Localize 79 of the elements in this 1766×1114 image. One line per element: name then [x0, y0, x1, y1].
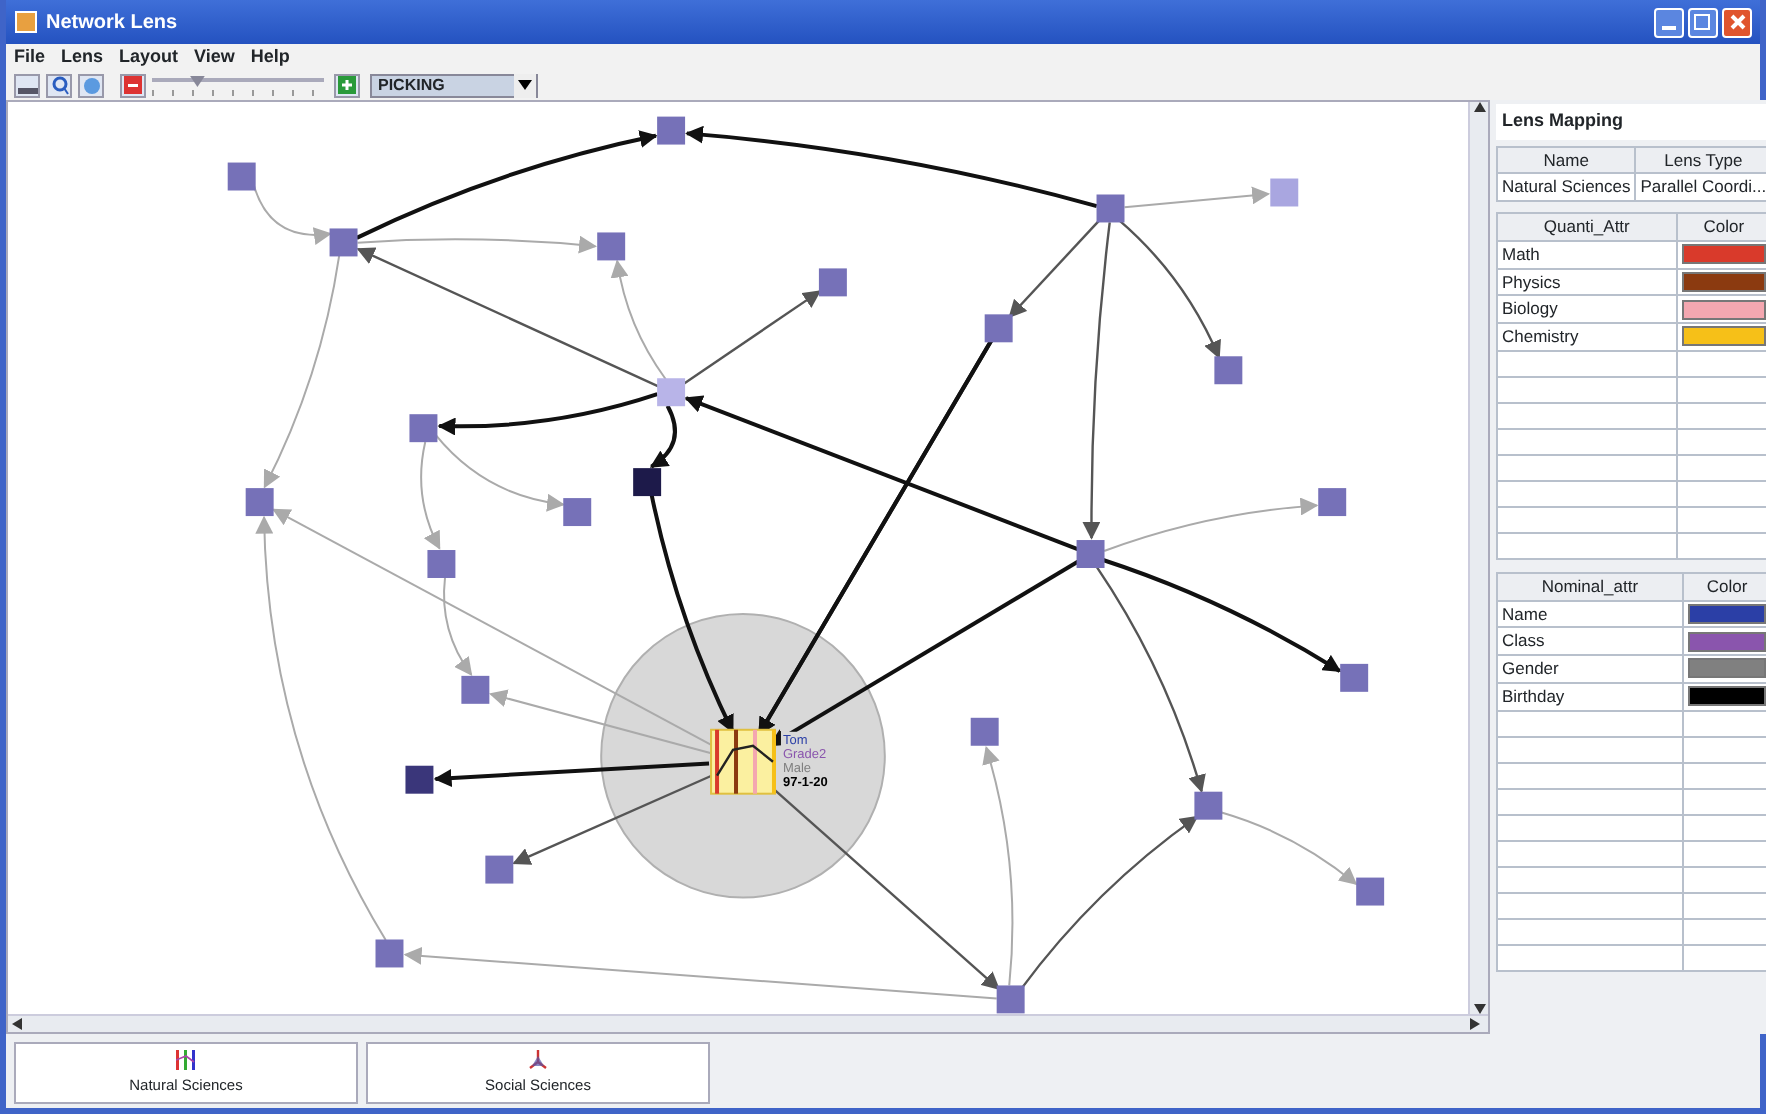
attribute-cell[interactable]: Biology	[1497, 295, 1677, 323]
table-cell[interactable]: Parallel Coordi...	[1635, 173, 1766, 201]
graph-node[interactable]	[1096, 194, 1125, 223]
minimize-button[interactable]	[1653, 7, 1683, 37]
attribute-cell[interactable]: Math	[1497, 240, 1677, 268]
menu-item[interactable]: Layout	[119, 43, 179, 71]
graph-node[interactable]	[245, 488, 274, 517]
attribute-cell[interactable]: Physics	[1497, 268, 1677, 296]
scroll-right-icon[interactable]	[1469, 1018, 1479, 1030]
column-header[interactable]: Color	[1676, 213, 1766, 241]
graph-node[interactable]	[597, 232, 626, 261]
graph-node[interactable]	[461, 675, 490, 704]
menu-item[interactable]: View	[194, 43, 235, 71]
window-title: Network Lens	[46, 9, 178, 37]
attribute-cell[interactable]: Birthday	[1497, 682, 1683, 710]
menu-item[interactable]: Lens	[61, 43, 104, 71]
color-swatch[interactable]	[1687, 603, 1766, 624]
graph-node[interactable]	[563, 498, 592, 527]
color-swatch[interactable]	[1681, 244, 1766, 265]
graph-node[interactable]	[657, 116, 686, 145]
graph-node[interactable]	[227, 162, 256, 191]
column-header[interactable]: Nominal_attr	[1497, 572, 1683, 600]
parallel-lines-icon	[176, 1049, 196, 1070]
graph-node[interactable]	[1318, 488, 1347, 517]
mode-value: PICKING	[378, 73, 445, 97]
panel-title: Lens Mapping	[1496, 104, 1766, 139]
attribute-cell[interactable]: Gender	[1497, 655, 1683, 683]
maximize-icon	[1694, 14, 1711, 30]
app-icon	[14, 10, 38, 34]
graph-node[interactable]	[409, 414, 438, 443]
column-header[interactable]: Quanti_Attr	[1497, 213, 1677, 241]
maximize-button[interactable]	[1687, 7, 1718, 37]
color-swatch[interactable]	[1687, 686, 1766, 707]
graph-node[interactable]	[427, 550, 456, 578]
graph-node[interactable]	[818, 268, 847, 297]
graph-node[interactable]	[984, 314, 1013, 343]
star-plot-icon	[528, 1049, 548, 1070]
color-swatch[interactable]	[1687, 658, 1766, 679]
column-header[interactable]: Lens Type	[1635, 146, 1766, 174]
menu-item[interactable]: Help	[250, 43, 290, 71]
graph-node[interactable]	[633, 468, 662, 497]
close-button[interactable]	[1722, 7, 1752, 37]
globe-icon[interactable]	[78, 73, 104, 97]
zoom-out-button[interactable]	[119, 73, 145, 97]
graph-node[interactable]	[405, 765, 434, 794]
graph-node[interactable]	[1340, 663, 1369, 692]
attribute-cell[interactable]: Name	[1497, 600, 1683, 628]
graph-node[interactable]	[657, 378, 686, 407]
column-header[interactable]: Color	[1682, 572, 1766, 600]
attribute-cell[interactable]: Class	[1497, 627, 1683, 655]
close-icon	[1729, 14, 1745, 30]
zoom-slider[interactable]	[151, 73, 323, 97]
color-swatch[interactable]	[1681, 299, 1766, 320]
graph-edge	[1219, 811, 1358, 886]
color-swatch[interactable]	[1687, 631, 1766, 652]
caret-icon	[517, 79, 532, 90]
graph-node[interactable]	[485, 855, 514, 884]
screen-icon[interactable]	[14, 73, 40, 97]
attribute-cell[interactable]: Chemistry	[1497, 323, 1677, 351]
graph-edge	[1117, 218, 1221, 359]
table-cell[interactable]: Natural Sciences	[1497, 173, 1636, 201]
graph-node[interactable]	[970, 717, 999, 746]
graph-node[interactable]	[329, 228, 358, 257]
scroll-left-icon[interactable]	[12, 1018, 23, 1030]
graph-node[interactable]	[1194, 791, 1223, 820]
graph-node[interactable]	[1214, 356, 1243, 385]
graph-node[interactable]	[1076, 540, 1105, 568]
parallel-coordinates-node[interactable]	[710, 728, 776, 795]
menu-item[interactable]: File	[14, 43, 46, 71]
mode-dropdown[interactable]: PICKING	[370, 73, 538, 97]
graph-node[interactable]	[1356, 877, 1385, 906]
magnifier-icon[interactable]	[46, 73, 72, 97]
graph-node[interactable]	[996, 985, 1025, 1014]
color-swatch[interactable]	[1681, 326, 1766, 347]
zoom-in-button[interactable]	[333, 73, 360, 97]
graph-node[interactable]	[1270, 178, 1299, 207]
graph-node[interactable]	[375, 939, 404, 968]
color-swatch[interactable]	[1681, 271, 1766, 292]
column-header[interactable]: Name	[1497, 146, 1636, 174]
